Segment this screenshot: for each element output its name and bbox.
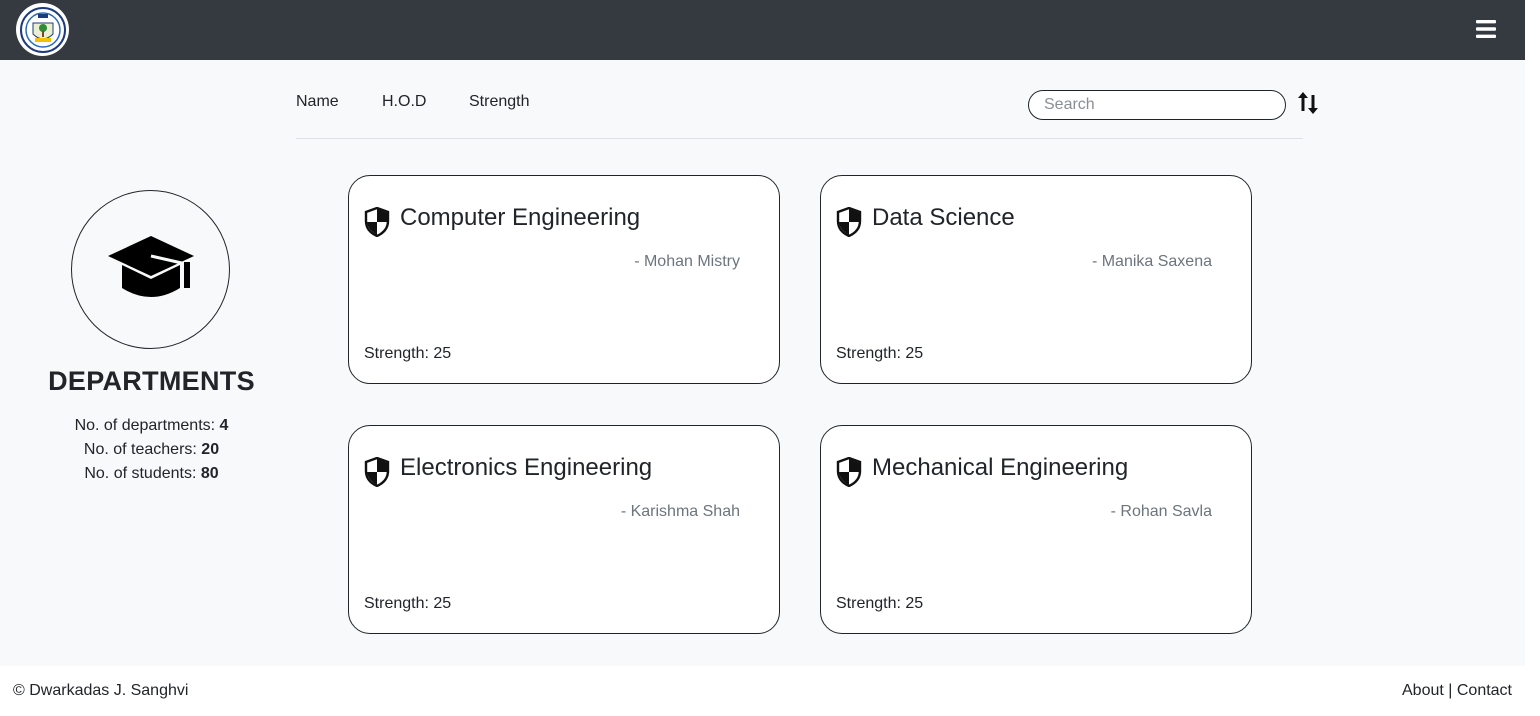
contact-link[interactable]: Contact [1457, 682, 1512, 699]
department-name: Data Science [872, 204, 1015, 231]
about-link[interactable]: About [1402, 682, 1444, 699]
departments-count: No. of departments: 4 [74, 417, 229, 434]
navbar [0, 0, 1525, 60]
college-logo[interactable] [16, 3, 69, 56]
department-card[interactable]: Computer Engineering - Mohan Mistry Stre… [348, 175, 780, 384]
hamburger-menu-button[interactable] [1474, 17, 1498, 41]
department-hod: - Mohan Mistry [634, 253, 740, 270]
department-strength: Strength: 25 [364, 345, 452, 362]
departments-count-value: 4 [219, 417, 229, 434]
department-strength: Strength: 25 [836, 595, 924, 612]
departments-emblem [71, 190, 230, 349]
department-card[interactable]: Data Science - Manika Saxena Strength: 2… [820, 175, 1252, 384]
department-card[interactable]: Electronics Engineering - Karishma Shah … [348, 425, 780, 634]
sort-by-strength-link[interactable]: Strength [469, 93, 529, 111]
footer-links: About | Contact [1402, 682, 1512, 700]
departments-heading: DEPARTMENTS [48, 366, 255, 396]
college-emblem-icon [19, 6, 66, 53]
footer: © Dwarkadas J. Sanghvi About | Contact [0, 666, 1525, 716]
sort-by-hod-link[interactable]: H.O.D [382, 93, 426, 111]
department-strength: Strength: 25 [364, 595, 452, 612]
sort-order-button[interactable] [1296, 89, 1320, 117]
department-hod: - Karishma Shah [620, 503, 740, 520]
students-count-value: 80 [200, 465, 219, 482]
sort-by-name-link[interactable]: Name [296, 93, 339, 111]
teachers-count-value: 20 [201, 441, 220, 458]
search-input[interactable] [1028, 90, 1286, 120]
hamburger-icon [1476, 20, 1496, 38]
department-name: Mechanical Engineering [872, 454, 1129, 481]
scrollbar-gutter [1525, 0, 1540, 716]
students-count: No. of students: 80 [84, 465, 219, 482]
department-strength: Strength: 25 [836, 345, 924, 362]
department-name: Computer Engineering [400, 204, 641, 231]
department-hod: - Rohan Savla [1110, 503, 1212, 520]
shield-icon [836, 207, 862, 237]
department-card[interactable]: Mechanical Engineering - Rohan Savla Str… [820, 425, 1252, 634]
sort-arrows-icon [1298, 92, 1318, 114]
shield-icon [836, 457, 862, 487]
teachers-count: No. of teachers: 20 [83, 441, 220, 458]
shield-icon [364, 207, 390, 237]
footer-copyright: © Dwarkadas J. Sanghvi [13, 682, 189, 699]
department-hod: - Manika Saxena [1091, 253, 1212, 270]
department-name: Electronics Engineering [400, 454, 653, 481]
footer-separator: | [1443, 682, 1457, 699]
graduation-cap-icon [107, 235, 194, 297]
shield-icon [364, 457, 390, 487]
sort-bar: Name H.O.D Strength [296, 80, 1318, 139]
